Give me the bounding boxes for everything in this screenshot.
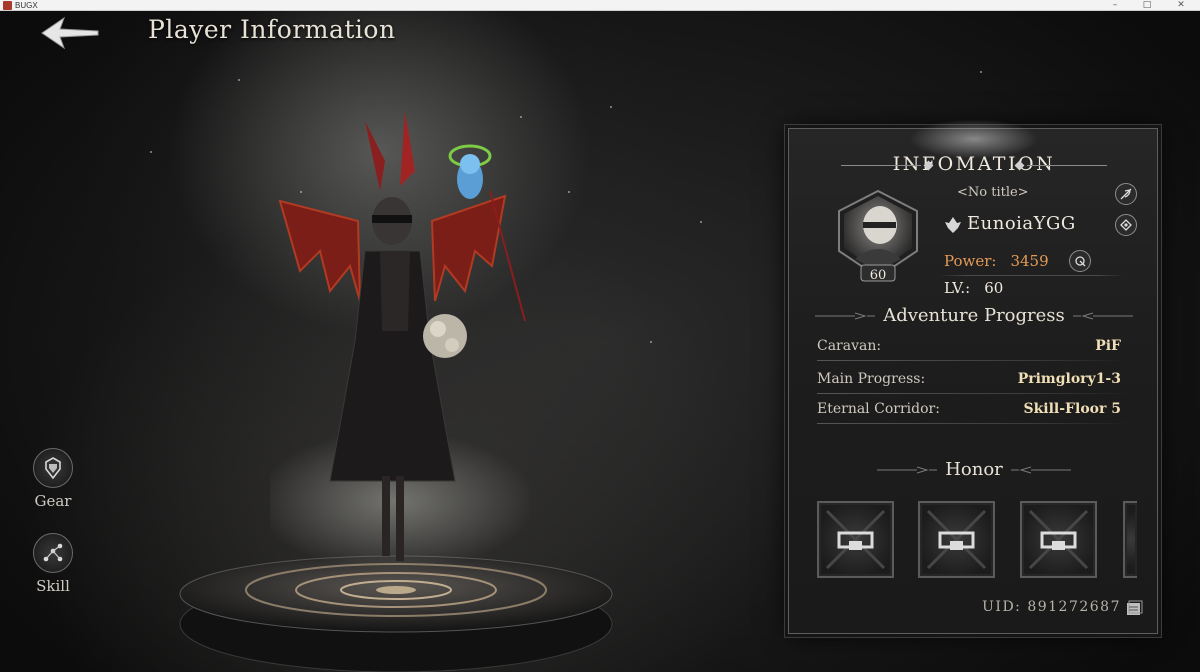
skill-label: Skill: [36, 577, 70, 595]
level-row: LV.: 60: [944, 279, 1003, 297]
wing-ornament-right: [1010, 466, 1071, 474]
main-progress-value: Primglory1-3: [1017, 371, 1121, 387]
maximize-button[interactable]: □: [1132, 0, 1162, 11]
power-value: 3459: [1010, 252, 1049, 270]
adventure-progress-heading: Adventure Progress: [789, 305, 1159, 326]
skill-constellation-icon: [33, 533, 73, 573]
header-divider-left: [841, 165, 921, 166]
adventure-progress-title: Adventure Progress: [883, 305, 1065, 326]
player-title: <No title>: [957, 185, 1029, 200]
power-details-button[interactable]: [1069, 250, 1091, 272]
gear-label: Gear: [34, 492, 72, 510]
back-arrow-icon: [41, 16, 99, 50]
copy-uid-icon[interactable]: [1126, 600, 1143, 616]
feather-icon: [1120, 188, 1132, 200]
wing-ornament-left: [815, 312, 876, 320]
gear-button[interactable]: Gear: [22, 448, 84, 510]
wing-ornament-left: [877, 466, 938, 474]
minimize-button[interactable]: –: [1100, 0, 1130, 11]
eternal-corridor-row: Eternal Corridor: Skill-Floor 5: [817, 398, 1129, 424]
honor-slot-3[interactable]: [1020, 501, 1097, 578]
locked-chain-icon: [1028, 509, 1089, 570]
caravan-label: Caravan:: [817, 338, 882, 354]
player-uid: UID: 891272687: [982, 599, 1121, 615]
wing-ornament-right: [1072, 312, 1133, 320]
honor-heading: Honor: [789, 459, 1159, 480]
game-scene: Player Information Gear Skill INFOMATION…: [0, 11, 1200, 672]
level-value: 60: [984, 279, 1004, 297]
caravan-value: PiF: [1095, 338, 1121, 354]
player-name: EunoiaYGG: [967, 213, 1076, 234]
power-divider: [939, 275, 1124, 276]
power-detail-icon: [1075, 256, 1086, 267]
main-progress-label: Main Progress:: [817, 371, 926, 387]
page-title: Player Information: [148, 15, 396, 44]
caravan-row: Caravan: PiF: [817, 335, 1129, 361]
gear-armor-icon: [33, 448, 73, 488]
panel-heading: INFOMATION: [892, 153, 1056, 175]
honor-slot-4[interactable]: [1123, 501, 1137, 578]
player-character-model: [270, 111, 530, 571]
locked-chain-icon: [926, 509, 987, 570]
row-divider: [817, 360, 1129, 361]
header-divider-right: [1027, 165, 1107, 166]
close-button[interactable]: ✕: [1166, 0, 1196, 11]
interact-icon: [1120, 219, 1132, 231]
honor-title: Honor: [945, 459, 1003, 480]
back-button[interactable]: [38, 15, 102, 51]
row-divider: [817, 423, 1129, 424]
power-row: Power: 3459: [944, 252, 1049, 270]
honor-slot-2[interactable]: [918, 501, 995, 578]
avatar-level-badge: 60: [869, 268, 887, 283]
information-panel: INFOMATION 60 <No title> EunoiaYGG Power…: [788, 119, 1159, 634]
level-label: LV.:: [944, 279, 971, 297]
panel-header: INFOMATION: [789, 153, 1159, 175]
skill-button[interactable]: Skill: [22, 533, 84, 595]
locked-chain-icon: [825, 509, 886, 570]
guild-emblem-icon: [945, 217, 961, 233]
window-title: BUGX: [15, 1, 38, 10]
eternal-corridor-label: Eternal Corridor:: [817, 401, 940, 417]
row-divider: [817, 393, 1129, 394]
edit-title-button[interactable]: [1115, 183, 1137, 205]
app-icon: [3, 1, 12, 10]
honor-slot-1[interactable]: [817, 501, 894, 578]
eternal-corridor-value: Skill-Floor 5: [1023, 401, 1121, 417]
main-progress-row: Main Progress: Primglory1-3: [817, 368, 1129, 394]
window-titlebar: BUGX – □ ✕: [0, 0, 1200, 11]
power-label: Power:: [944, 252, 997, 270]
player-action-button[interactable]: [1115, 214, 1137, 236]
